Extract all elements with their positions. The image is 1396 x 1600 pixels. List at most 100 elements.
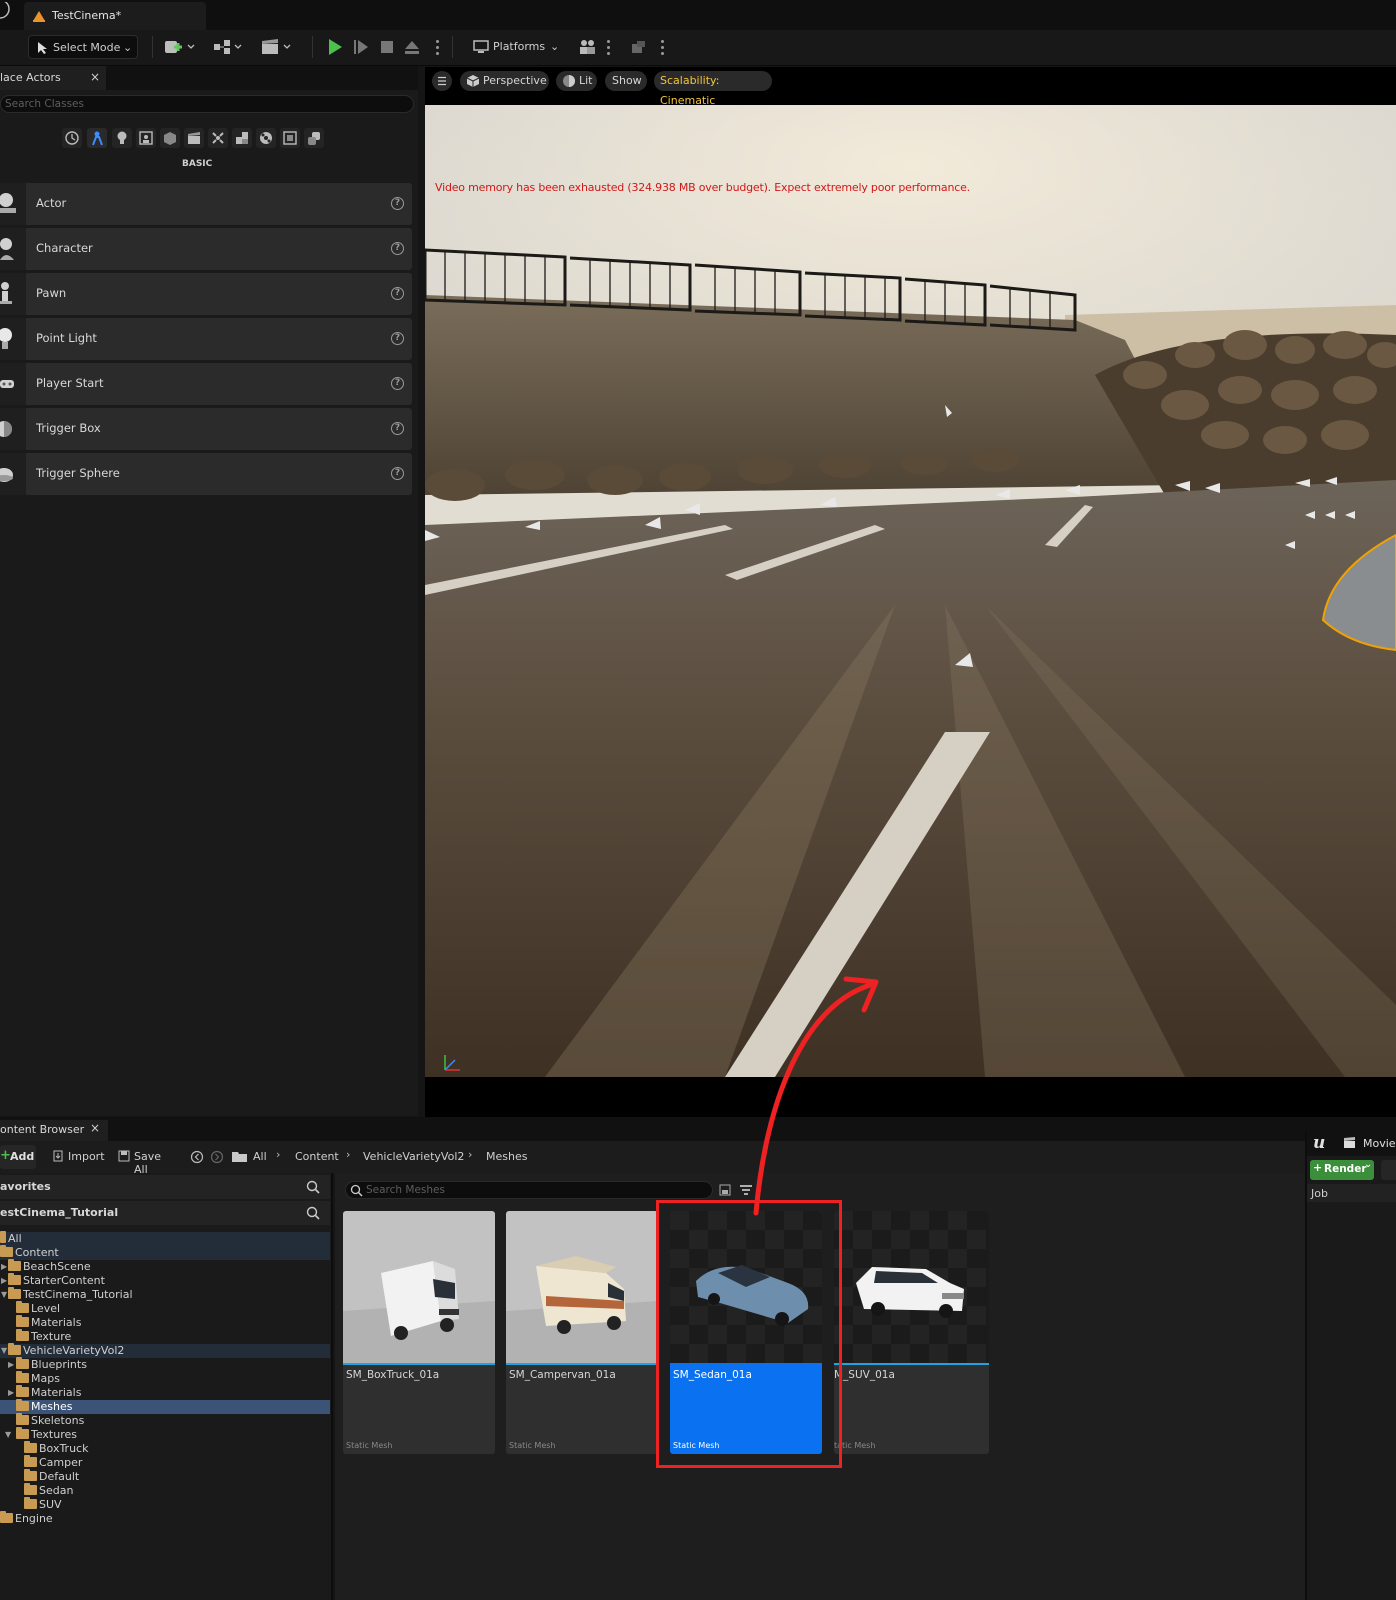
shapes-category-icon[interactable] xyxy=(256,128,276,148)
actor-row-pawn[interactable]: Pawn ? xyxy=(0,273,412,315)
collapse-arrow-icon[interactable]: ▼ xyxy=(1,1346,7,1355)
perspective-button[interactable]: Perspective xyxy=(460,71,549,91)
expand-arrow-icon[interactable]: ▶ xyxy=(1,1262,7,1271)
tree-item-engine[interactable]: Engine xyxy=(0,1511,53,1526)
help-icon[interactable]: ? xyxy=(391,377,404,390)
select-mode-button[interactable]: Select Mode ⌄ xyxy=(28,35,138,59)
tree-item-vehiclevarietyvol2[interactable]: VehicleVarietyVol2 xyxy=(8,1343,124,1358)
content-browser-tab[interactable]: ontent Browser × xyxy=(0,1120,108,1141)
save-search-icon[interactable] xyxy=(719,1184,731,1196)
import-button[interactable]: Import xyxy=(52,1145,107,1169)
breadcrumb-all[interactable]: All xyxy=(253,1150,267,1163)
lights-category-icon[interactable] xyxy=(112,128,132,148)
add-button[interactable]: + Add xyxy=(0,1145,36,1169)
actor-row-player-start[interactable]: Player Start ? xyxy=(0,363,412,405)
eject-button[interactable] xyxy=(401,35,423,59)
search-meshes-input[interactable]: Search Meshes xyxy=(345,1181,713,1199)
tree-item-camper[interactable]: Camper xyxy=(24,1455,82,1470)
asset-tile-boxtruck[interactable]: SM_BoxTruck_01a Static Mesh xyxy=(343,1211,495,1454)
close-icon[interactable]: × xyxy=(90,1121,100,1135)
remove-job-button[interactable] xyxy=(1381,1160,1396,1180)
folder-icon[interactable] xyxy=(232,1150,248,1163)
tree-item-vv-materials[interactable]: Materials xyxy=(16,1385,81,1400)
back-history-icon[interactable] xyxy=(190,1150,204,1164)
blueprint-button[interactable] xyxy=(212,35,246,59)
search-icon[interactable] xyxy=(306,1206,320,1220)
forward-history-icon[interactable] xyxy=(210,1150,224,1164)
breadcrumb-content[interactable]: Content xyxy=(295,1150,339,1163)
tree-item-sedan[interactable]: Sedan xyxy=(24,1483,73,1498)
tree-item-maps[interactable]: Maps xyxy=(16,1371,60,1386)
collapse-arrow-icon[interactable]: ▼ xyxy=(5,1430,11,1439)
help-icon[interactable]: ? xyxy=(391,422,404,435)
layout-category-icon[interactable] xyxy=(280,128,300,148)
multiplayer-button[interactable] xyxy=(576,35,598,59)
expand-arrow-icon[interactable]: ▶ xyxy=(1,1276,7,1285)
collapse-arrow-icon[interactable]: ▼ xyxy=(1,1290,7,1299)
asset-tile-campervan[interactable]: SM_Campervan_01a Static Mesh xyxy=(506,1211,658,1454)
actor-row-character[interactable]: Character ? xyxy=(0,228,412,270)
actor-row-trigger-box[interactable]: Trigger Box ? xyxy=(0,408,412,450)
close-icon[interactable]: × xyxy=(90,70,100,84)
cinematics-button[interactable] xyxy=(260,35,296,59)
more-options-icon[interactable] xyxy=(607,40,611,56)
volumes-category-icon[interactable] xyxy=(208,128,228,148)
tree-item-testcinema-tutorial[interactable]: TestCinema_Tutorial xyxy=(8,1287,133,1302)
tree-item-startercontent[interactable]: StarterContent xyxy=(8,1273,105,1288)
breadcrumb-vehiclevariety[interactable]: VehicleVarietyVol2 xyxy=(363,1150,464,1163)
actor-row-trigger-sphere[interactable]: Trigger Sphere ? xyxy=(0,453,412,495)
help-icon[interactable]: ? xyxy=(391,287,404,300)
render-button[interactable]: + Render ⌄ xyxy=(1310,1159,1374,1180)
help-icon[interactable]: ? xyxy=(391,467,404,480)
tree-item-blueprints[interactable]: Blueprints xyxy=(16,1357,87,1372)
advance-frame-button[interactable] xyxy=(350,35,372,59)
tree-item-suv[interactable]: SUV xyxy=(24,1497,62,1512)
stop-button[interactable] xyxy=(376,35,398,59)
platforms-button[interactable]: Platforms ⌄ xyxy=(470,35,562,59)
actor-row-actor[interactable]: Actor ? xyxy=(0,183,412,225)
visual-effects-category-icon[interactable] xyxy=(160,128,180,148)
unreal-logo-icon[interactable] xyxy=(0,2,12,22)
help-icon[interactable]: ? xyxy=(391,197,404,210)
project-header[interactable]: estCinema_Tutorial xyxy=(0,1201,330,1225)
expand-arrow-icon[interactable]: ▶ xyxy=(8,1360,14,1369)
help-icon[interactable]: ? xyxy=(391,332,404,345)
asset-tile-suv[interactable]: M_SUV_01a tatic Mesh xyxy=(834,1211,989,1454)
save-all-button[interactable]: Save All xyxy=(118,1145,178,1176)
all-classes-category-icon[interactable] xyxy=(232,128,252,148)
breadcrumb-meshes[interactable]: Meshes xyxy=(486,1150,527,1163)
help-icon[interactable]: ? xyxy=(391,242,404,255)
show-button[interactable]: Show xyxy=(605,71,647,91)
cinematic-category-icon[interactable] xyxy=(136,128,156,148)
recent-category-icon[interactable] xyxy=(62,128,82,148)
expand-arrow-icon[interactable]: ▶ xyxy=(8,1388,14,1397)
tree-item-default[interactable]: Default xyxy=(24,1469,79,1484)
tree-item-all[interactable]: All xyxy=(0,1231,22,1246)
tree-item-textures[interactable]: Textures xyxy=(16,1427,77,1442)
actor-row-point-light[interactable]: Point Light ? xyxy=(0,318,412,360)
play-button[interactable] xyxy=(324,35,346,59)
tree-item-content[interactable]: Content xyxy=(0,1245,59,1260)
add-actor-button[interactable] xyxy=(163,35,197,59)
place-actors-tab[interactable]: lace Actors × xyxy=(0,66,106,90)
lit-button[interactable]: Lit xyxy=(556,71,597,91)
tree-item-beachscene[interactable]: BeachScene xyxy=(8,1259,91,1274)
viewport-scene[interactable] xyxy=(425,105,1396,1077)
tree-item-boxtruck[interactable]: BoxTruck xyxy=(24,1441,88,1456)
tree-item-texture[interactable]: Texture xyxy=(16,1329,71,1344)
tree-item-skeletons[interactable]: Skeletons xyxy=(16,1413,84,1428)
tree-item-materials[interactable]: Materials xyxy=(16,1315,81,1330)
scalability-button[interactable]: Scalability: Cinematic xyxy=(654,71,772,107)
viewport-menu-button[interactable] xyxy=(432,71,452,91)
document-tab[interactable]: TestCinema* xyxy=(24,2,206,30)
search-classes-input[interactable]: Search Classes xyxy=(0,95,414,113)
source-control-button[interactable] xyxy=(628,35,650,59)
tree-item-level[interactable]: Level xyxy=(16,1301,60,1316)
settings-options-icon[interactable] xyxy=(661,40,665,56)
play-options-icon[interactable] xyxy=(436,40,440,56)
favorites-header[interactable]: avorites xyxy=(0,1175,330,1199)
geometry-category-icon[interactable] xyxy=(184,128,204,148)
search-icon[interactable] xyxy=(306,1180,320,1194)
basic-category-icon[interactable] xyxy=(87,128,107,148)
tree-item-meshes[interactable]: Meshes xyxy=(16,1399,72,1414)
